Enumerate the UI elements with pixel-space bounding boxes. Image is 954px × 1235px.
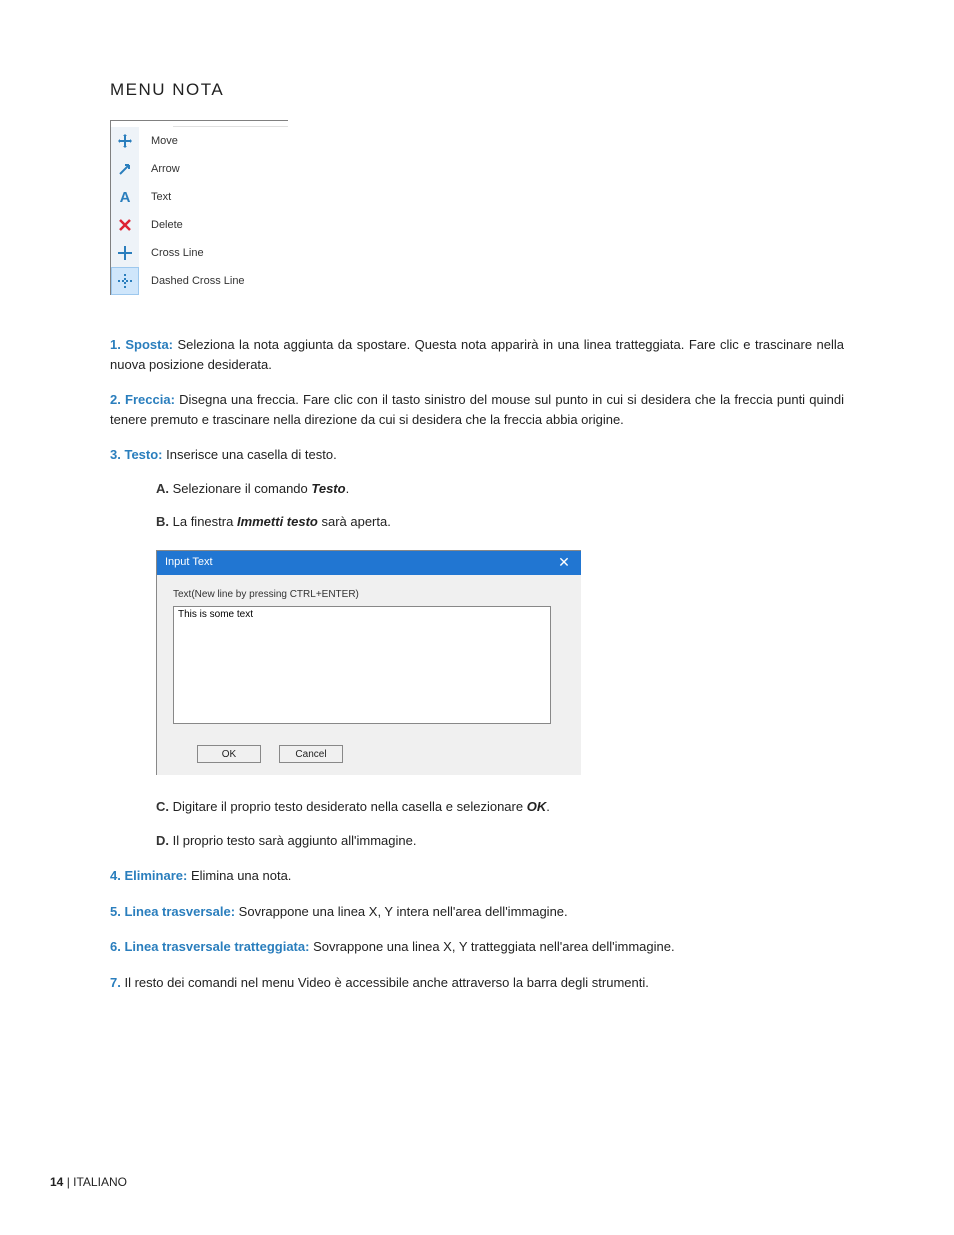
item-label: Sposta: [125, 337, 173, 352]
list-item: 3. Testo: Inserisce una casella di testo… [110, 445, 844, 850]
footer-lang: ITALIANO [73, 1175, 127, 1189]
menu-item-cross-line[interactable]: Cross Line [111, 239, 288, 267]
menu-item-delete[interactable]: Delete [111, 211, 288, 239]
close-icon: ✕ [558, 552, 570, 573]
sub-pre: Il proprio testo sarà aggiunto all'immag… [173, 833, 417, 848]
menu-label-text: Text [139, 191, 171, 203]
item-number: 5. [110, 904, 121, 919]
dashed-cross-line-icon [111, 267, 139, 295]
dialog-body: Text(New line by pressing CTRL+ENTER) OK… [157, 575, 581, 776]
sub-pre: Selezionare il comando [173, 481, 312, 496]
list-item: 2. Freccia: Disegna una freccia. Fare cl… [110, 390, 844, 429]
item-text: Il resto dei comandi nel menu Video è ac… [124, 975, 648, 990]
item-number: 4. [110, 868, 121, 883]
item-number: 7. [110, 975, 121, 990]
ok-button[interactable]: OK [197, 745, 261, 763]
sub-item: D. Il proprio testo sarà aggiunto all'im… [156, 831, 844, 851]
sub-list: A. Selezionare il comando Testo. B. La f… [156, 479, 844, 532]
menu-label-cross-line: Cross Line [139, 247, 204, 259]
sub-letter: C. [156, 799, 169, 814]
sub-letter: A. [156, 481, 169, 496]
dialog-hint: Text(New line by pressing CTRL+ENTER) [173, 587, 565, 602]
item-text: Inserisce una casella di testo. [166, 447, 337, 462]
item-text: Seleziona la nota aggiunta da spostare. … [110, 337, 844, 372]
item-text: Disegna una freccia. Fare clic con il ta… [110, 392, 844, 427]
dialog-buttons: OK Cancel [197, 745, 565, 763]
sub-pre: Digitare il proprio testo desiderato nel… [173, 799, 527, 814]
section-title: MENU NOTA [110, 80, 844, 100]
list-item: 4. Eliminare: Elimina una nota. [110, 866, 844, 886]
item-text: Sovrappone una linea X, Y tratteggiata n… [313, 939, 675, 954]
sub-bold: Immetti testo [237, 514, 318, 529]
item-number: 2. [110, 392, 121, 407]
move-icon [111, 127, 139, 155]
menu-label-dashed-cross-line: Dashed Cross Line [139, 275, 245, 287]
list-item: 5. Linea trasversale: Sovrappone una lin… [110, 902, 844, 922]
sub-letter: D. [156, 833, 169, 848]
item-number: 3. [110, 447, 121, 462]
cancel-button[interactable]: Cancel [279, 745, 343, 763]
page-number: 14 [50, 1175, 63, 1189]
page-footer: 14 | ITALIANO [50, 1175, 127, 1189]
sub-bold: OK [527, 799, 547, 814]
sub-letter: B. [156, 514, 169, 529]
item-number: 1. [110, 337, 121, 352]
menu-label-move: Move [139, 135, 178, 147]
item-label: Linea trasversale: [124, 904, 235, 919]
menu-item-dashed-cross-line[interactable]: Dashed Cross Line [111, 267, 288, 295]
sub-pre: La finestra [173, 514, 237, 529]
delete-icon [111, 211, 139, 239]
text-icon: A [111, 183, 139, 211]
menu-item-move[interactable]: Move [111, 127, 288, 155]
dialog-textarea[interactable] [173, 606, 551, 724]
item-text: Sovrappone una linea X, Y intera nell'ar… [239, 904, 568, 919]
svg-text:A: A [120, 189, 131, 205]
menu-item-arrow[interactable]: Arrow [111, 155, 288, 183]
sub-post: sarà aperta. [318, 514, 391, 529]
instruction-list: 1. Sposta: Seleziona la nota aggiunta da… [110, 335, 844, 992]
list-item: 1. Sposta: Seleziona la nota aggiunta da… [110, 335, 844, 374]
dialog-titlebar: Input Text ✕ [157, 551, 581, 575]
menu-label-arrow: Arrow [139, 163, 180, 175]
list-item: 7. Il resto dei comandi nel menu Video è… [110, 973, 844, 993]
sub-list-after: C. Digitare il proprio testo desiderato … [156, 797, 844, 850]
item-label: Linea trasversale tratteggiata: [124, 939, 309, 954]
sub-item: A. Selezionare il comando Testo. [156, 479, 844, 499]
item-label: Testo: [124, 447, 162, 462]
sub-item: B. La finestra Immetti testo sarà aperta… [156, 512, 844, 532]
close-button[interactable]: ✕ [547, 551, 581, 575]
list-item: 6. Linea trasversale tratteggiata: Sovra… [110, 937, 844, 957]
note-menu: Move Arrow A Text Delete Cross Line [110, 120, 288, 295]
sub-item: C. Digitare il proprio testo desiderato … [156, 797, 844, 817]
menu-item-text[interactable]: A Text [111, 183, 288, 211]
sub-bold: Testo [311, 481, 345, 496]
cross-line-icon [111, 239, 139, 267]
input-text-dialog: Input Text ✕ Text(New line by pressing C… [156, 550, 581, 776]
sub-post: . [546, 799, 550, 814]
menu-label-delete: Delete [139, 219, 183, 231]
item-label: Eliminare: [124, 868, 187, 883]
dialog-title: Input Text [165, 554, 213, 571]
item-text: Elimina una nota. [191, 868, 291, 883]
item-number: 6. [110, 939, 121, 954]
item-label: Freccia: [125, 392, 175, 407]
sub-post: . [346, 481, 350, 496]
arrow-icon [111, 155, 139, 183]
footer-sep: | [63, 1175, 73, 1189]
